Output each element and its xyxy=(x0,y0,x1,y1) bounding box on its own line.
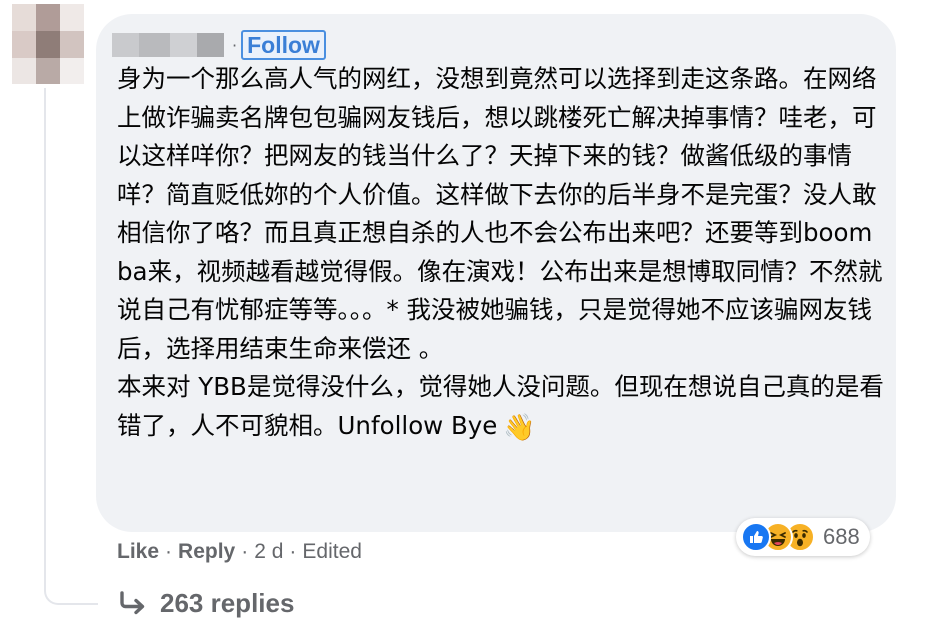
thread-connector xyxy=(44,88,98,605)
separator-dot: · xyxy=(289,540,297,563)
like-button[interactable]: Like xyxy=(117,540,159,564)
author-name-redacted[interactable] xyxy=(112,33,224,57)
comment-text: 身为一个那么高人气的网红，没想到竟然可以选择到走这条路。在网络上做诈骗卖名牌包包… xyxy=(117,60,887,447)
edited-label[interactable]: Edited xyxy=(302,540,362,564)
avatar[interactable] xyxy=(12,4,84,84)
waving-hand-icon: 👋 xyxy=(503,412,536,443)
reply-arrow-icon xyxy=(120,591,145,615)
comment-body: 身为一个那么高人气的网红，没想到竟然可以选择到走这条路。在网络上做诈骗卖名牌包包… xyxy=(117,64,884,440)
comment-actions: Like · Reply · 2 d · Edited xyxy=(117,536,362,568)
comment-thread: · Follow 身为一个那么高人气的网红，没想到竟然可以选择到走这条路。在网络… xyxy=(0,0,942,628)
like-icon xyxy=(741,522,771,552)
separator-dot: · xyxy=(165,540,173,563)
reply-button[interactable]: Reply xyxy=(178,540,235,564)
separator-dot: · xyxy=(241,540,249,563)
view-replies-link[interactable]: 263 replies xyxy=(118,586,294,620)
follow-button[interactable]: Follow xyxy=(241,30,326,60)
replies-count-label: 263 replies xyxy=(160,587,295,618)
separator-dot: · xyxy=(232,35,238,55)
reaction-count: 688 xyxy=(823,524,860,549)
reactions-summary[interactable]: 688 xyxy=(736,518,870,556)
comment-header: · Follow xyxy=(112,30,326,60)
comment-timestamp[interactable]: 2 d xyxy=(254,540,283,564)
